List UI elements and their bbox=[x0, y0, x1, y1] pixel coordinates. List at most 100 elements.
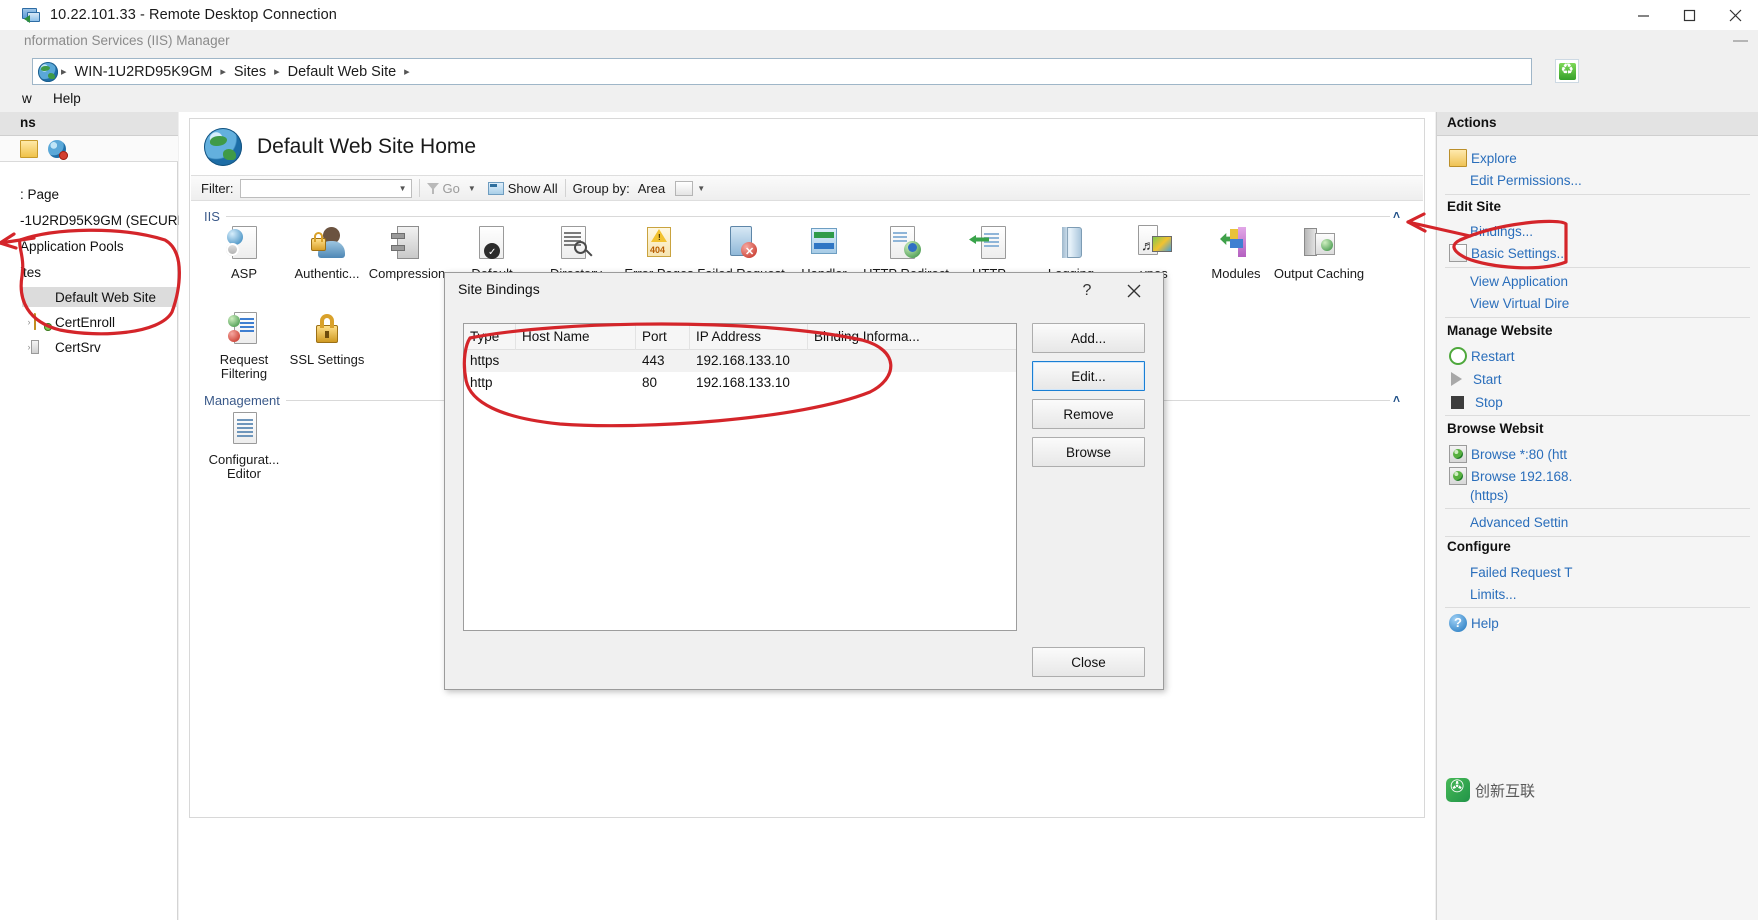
action-label: Start bbox=[1473, 371, 1502, 387]
action-view-applications[interactable]: View Application bbox=[1437, 270, 1758, 292]
close-button[interactable]: Close bbox=[1032, 647, 1145, 677]
column-header-port[interactable]: Port bbox=[636, 324, 690, 350]
globe-disconnect-icon[interactable] bbox=[48, 140, 68, 160]
action-basic-settings[interactable]: Basic Settings... bbox=[1437, 242, 1758, 264]
edit-button[interactable]: Edit... bbox=[1032, 361, 1145, 391]
action-limits[interactable]: Limits... bbox=[1437, 583, 1758, 605]
breadcrumb-separator-1: ▸ bbox=[220, 66, 226, 78]
column-header-type[interactable]: Type bbox=[464, 324, 516, 350]
remove-button[interactable]: Remove bbox=[1032, 399, 1145, 429]
cell-ip-address: 192.168.133.10 bbox=[696, 353, 790, 368]
feature-label: SSL Settings bbox=[289, 352, 365, 367]
section-collapse-iis[interactable]: ˄ bbox=[1393, 208, 1400, 222]
tree-item-start-page[interactable]: : Page bbox=[0, 184, 59, 204]
breadcrumb[interactable]: ▸ WIN-1U2RD95K9GM ▸ Sites ▸ Default Web … bbox=[32, 58, 1532, 85]
action-label: Help bbox=[1471, 615, 1499, 631]
asp-icon bbox=[224, 223, 264, 263]
feature-configuration-editor[interactable]: Configurat... Editor bbox=[198, 409, 290, 481]
iis-minimize-icon[interactable]: — bbox=[1733, 32, 1748, 49]
bindings-list[interactable]: Type Host Name Port IP Address Binding I… bbox=[463, 323, 1017, 631]
action-stop[interactable]: Stop bbox=[1437, 391, 1758, 413]
action-group-edit-site: Edit Site bbox=[1447, 199, 1502, 214]
action-view-virtual-directories[interactable]: View Virtual Dire bbox=[1437, 292, 1758, 314]
minimize-icon[interactable] bbox=[1620, 0, 1666, 30]
action-label: Browse *:80 (htt bbox=[1471, 446, 1568, 462]
tree-expander[interactable]: › bbox=[24, 317, 34, 327]
show-all-button[interactable]: Show All bbox=[508, 181, 558, 196]
action-label: Restart bbox=[1471, 348, 1515, 364]
tree-item-certsrv[interactable]: › CertSrv bbox=[22, 337, 101, 357]
feature-compression[interactable]: Compression bbox=[361, 223, 453, 281]
handler-mappings-icon bbox=[804, 223, 844, 263]
column-header-host-name[interactable]: Host Name bbox=[516, 324, 636, 350]
column-header-binding-information[interactable]: Binding Informa... bbox=[808, 324, 938, 350]
start-icon bbox=[1451, 372, 1462, 386]
application-icon bbox=[34, 339, 51, 355]
tree-item-default-web-site[interactable]: Default Web Site bbox=[22, 287, 178, 307]
tree-item-server[interactable]: -1U2RD95K9GM (SECURIT bbox=[0, 210, 190, 230]
site-bindings-dialog: Site Bindings ? Type Host Name Port IP A… bbox=[444, 272, 1164, 690]
action-bindings[interactable]: Bindings... bbox=[1437, 220, 1758, 242]
menu-bar: w Help bbox=[0, 88, 1758, 112]
action-label: Explore bbox=[1471, 150, 1517, 166]
breadcrumb-item-sites[interactable]: Sites bbox=[229, 64, 271, 80]
tree-item-label: Default Web Site bbox=[55, 289, 157, 305]
feature-output-caching[interactable]: Output Caching bbox=[1273, 223, 1365, 281]
action-restart[interactable]: Restart bbox=[1437, 345, 1758, 367]
action-advanced-settings[interactable]: Advanced Settin bbox=[1437, 511, 1758, 533]
view-mode-dropdown-icon[interactable]: ▼ bbox=[697, 184, 705, 193]
action-label: View Virtual Dire bbox=[1470, 295, 1570, 311]
cell-type: http bbox=[470, 375, 493, 390]
group-by-value[interactable]: Area bbox=[638, 181, 665, 196]
action-browse-80[interactable]: Browse *:80 (htt bbox=[1437, 443, 1758, 465]
tree-item-application-pools[interactable]: Application Pools bbox=[0, 236, 124, 256]
tree-item-sites[interactable]: ites bbox=[0, 262, 41, 282]
add-button[interactable]: Add... bbox=[1032, 323, 1145, 353]
compression-icon bbox=[387, 223, 427, 263]
tree-item-label: ites bbox=[20, 264, 42, 280]
browse-icon bbox=[1449, 467, 1467, 485]
filter-input[interactable]: ▼ bbox=[239, 178, 412, 198]
close-icon[interactable] bbox=[1712, 0, 1758, 30]
breadcrumb-item-server[interactable]: WIN-1U2RD95K9GM bbox=[70, 64, 218, 80]
go-button[interactable]: Go bbox=[443, 181, 460, 196]
page-icon[interactable] bbox=[20, 140, 38, 158]
action-failed-request-tracing[interactable]: Failed Request T bbox=[1437, 561, 1758, 583]
action-edit-permissions[interactable]: Edit Permissions... bbox=[1437, 169, 1758, 191]
go-dropdown-icon[interactable]: ▼ bbox=[468, 184, 476, 193]
filter-label: Filter: bbox=[201, 180, 234, 196]
action-label: (https) bbox=[1470, 487, 1509, 503]
feature-modules[interactable]: Modules bbox=[1190, 223, 1282, 281]
table-row[interactable]: http 80 192.168.133.10 bbox=[464, 372, 1016, 394]
action-help[interactable]: ? Help bbox=[1437, 612, 1758, 634]
folder-icon bbox=[34, 313, 51, 330]
close-icon[interactable] bbox=[1119, 278, 1149, 304]
column-header-ip-address[interactable]: IP Address bbox=[690, 324, 808, 350]
table-row[interactable]: https 443 192.168.133.10 bbox=[464, 350, 1016, 372]
browse-button[interactable]: Browse bbox=[1032, 437, 1145, 467]
bindings-list-header: Type Host Name Port IP Address Binding I… bbox=[464, 324, 1016, 350]
connections-header: ns bbox=[0, 112, 178, 136]
help-icon[interactable]: ? bbox=[1073, 278, 1101, 304]
action-start[interactable]: Start bbox=[1437, 368, 1758, 390]
view-mode-icon[interactable] bbox=[675, 180, 694, 196]
refresh-button[interactable] bbox=[1555, 59, 1579, 83]
tree-item-label: Application Pools bbox=[20, 238, 124, 254]
feature-authentication[interactable]: Authentic... bbox=[281, 223, 373, 281]
maximize-icon[interactable] bbox=[1666, 0, 1712, 30]
feature-asp[interactable]: ASP bbox=[198, 223, 290, 281]
section-collapse-management[interactable]: ˄ bbox=[1393, 392, 1400, 406]
menu-item-view[interactable]: w bbox=[22, 91, 32, 106]
default-document-icon: ✓ bbox=[472, 223, 512, 263]
menu-item-help[interactable]: Help bbox=[53, 91, 81, 106]
action-explore[interactable]: Explore bbox=[1437, 147, 1758, 169]
section-rule-iis bbox=[226, 216, 1390, 217]
feature-ssl-settings[interactable]: SSL Settings bbox=[281, 309, 373, 367]
action-group-configure: Configure bbox=[1447, 539, 1511, 554]
error-pages-icon: ! 404 bbox=[639, 223, 679, 263]
page-title: Default Web Site Home bbox=[257, 135, 477, 158]
breadcrumb-item-default-web-site[interactable]: Default Web Site bbox=[283, 64, 402, 80]
feature-request-filtering[interactable]: Request Filtering bbox=[198, 309, 290, 381]
chevron-down-icon[interactable]: ▼ bbox=[399, 184, 407, 193]
tree-item-certenroll[interactable]: › CertEnroll bbox=[22, 312, 115, 332]
